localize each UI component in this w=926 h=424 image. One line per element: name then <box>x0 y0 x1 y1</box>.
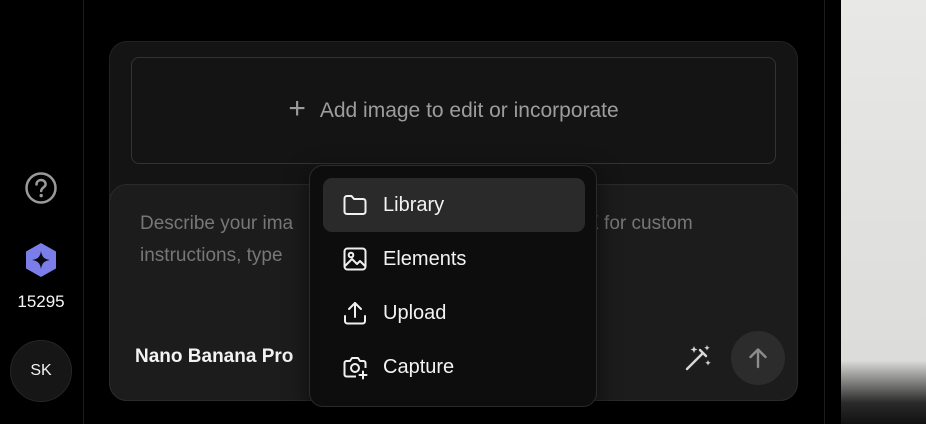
avatar[interactable]: SK <box>10 340 72 402</box>
menu-item-label: Upload <box>383 301 447 324</box>
arrow-up-icon <box>749 348 767 369</box>
magic-wand-icon <box>685 345 711 371</box>
add-image-menu: Library Elements Upload Capture <box>309 165 597 407</box>
side-preview-panel <box>841 0 926 424</box>
menu-item-upload[interactable]: Upload <box>323 286 585 340</box>
folder-icon <box>343 195 367 215</box>
prompt-placeholder-line1-left: Describe your ima <box>140 213 294 234</box>
sparkle-hexagon-icon <box>26 243 56 277</box>
prompt-placeholder-line1-right: X for custom <box>586 213 693 234</box>
enhance-prompt-button[interactable] <box>681 341 715 375</box>
menu-item-label: Library <box>383 193 445 216</box>
menu-item-label: Capture <box>383 355 455 378</box>
help-button[interactable] <box>24 171 58 205</box>
credits-count: 15295 <box>17 292 65 311</box>
image-dropzone[interactable]: + Add image to edit or incorporate <box>131 57 776 164</box>
left-rail: 15295 SK <box>0 0 84 424</box>
plus-icon: + <box>288 92 306 125</box>
avatar-initials: SK <box>30 362 52 379</box>
panel-divider <box>824 0 825 424</box>
camera-plus-icon <box>343 357 368 380</box>
credits-button[interactable] <box>23 242 59 278</box>
menu-item-label: Elements <box>383 247 467 270</box>
menu-item-library[interactable]: Library <box>323 178 585 232</box>
menu-item-capture[interactable]: Capture <box>323 340 585 394</box>
image-icon <box>343 247 367 271</box>
send-button[interactable] <box>731 331 785 385</box>
model-selector[interactable]: Nano Banana Pro <box>135 346 293 368</box>
question-circle-icon <box>25 172 57 204</box>
upload-icon <box>344 302 366 325</box>
dropzone-label: Add image to edit or incorporate <box>319 98 619 122</box>
menu-item-elements[interactable]: Elements <box>323 232 585 286</box>
